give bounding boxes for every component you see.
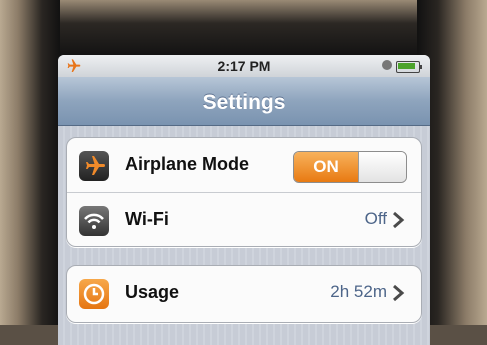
usage-row[interactable]: Usage 2h 52m	[67, 266, 421, 320]
settings-group-network: Airplane Mode ON Wi-Fi Off	[66, 137, 422, 247]
airplane-icon	[79, 151, 109, 181]
phone-screen: 2:17 PM Settings Airplane Mode ON Wi-Fi …	[58, 55, 430, 345]
airplane-mode-toggle[interactable]: ON	[293, 151, 407, 183]
device-bezel-left	[0, 0, 60, 325]
usage-label: Usage	[125, 282, 180, 302]
wifi-label: Wi-Fi	[125, 209, 169, 229]
status-bar: 2:17 PM	[58, 55, 430, 77]
airplane-mode-label: Airplane Mode	[125, 154, 250, 174]
navigation-bar: Settings	[58, 77, 430, 126]
lock-icon	[382, 60, 392, 70]
chevron-right-icon	[393, 211, 405, 229]
page-title: Settings	[202, 91, 286, 114]
wifi-status-value: Off	[364, 209, 387, 228]
chevron-right-icon	[393, 284, 405, 302]
settings-group-general: Usage 2h 52m	[66, 265, 422, 323]
airplane-mode-row[interactable]: Airplane Mode ON	[67, 138, 421, 192]
toggle-knob	[358, 152, 406, 182]
wifi-icon	[79, 206, 109, 236]
device-bezel-top	[0, 0, 487, 58]
battery-icon	[396, 61, 422, 73]
clock-icon	[79, 279, 109, 309]
wifi-row[interactable]: Wi-Fi Off	[67, 192, 421, 247]
status-time: 2:17 PM	[217, 58, 271, 74]
toggle-on-label: ON	[294, 152, 358, 182]
usage-value: 2h 52m	[330, 282, 387, 301]
